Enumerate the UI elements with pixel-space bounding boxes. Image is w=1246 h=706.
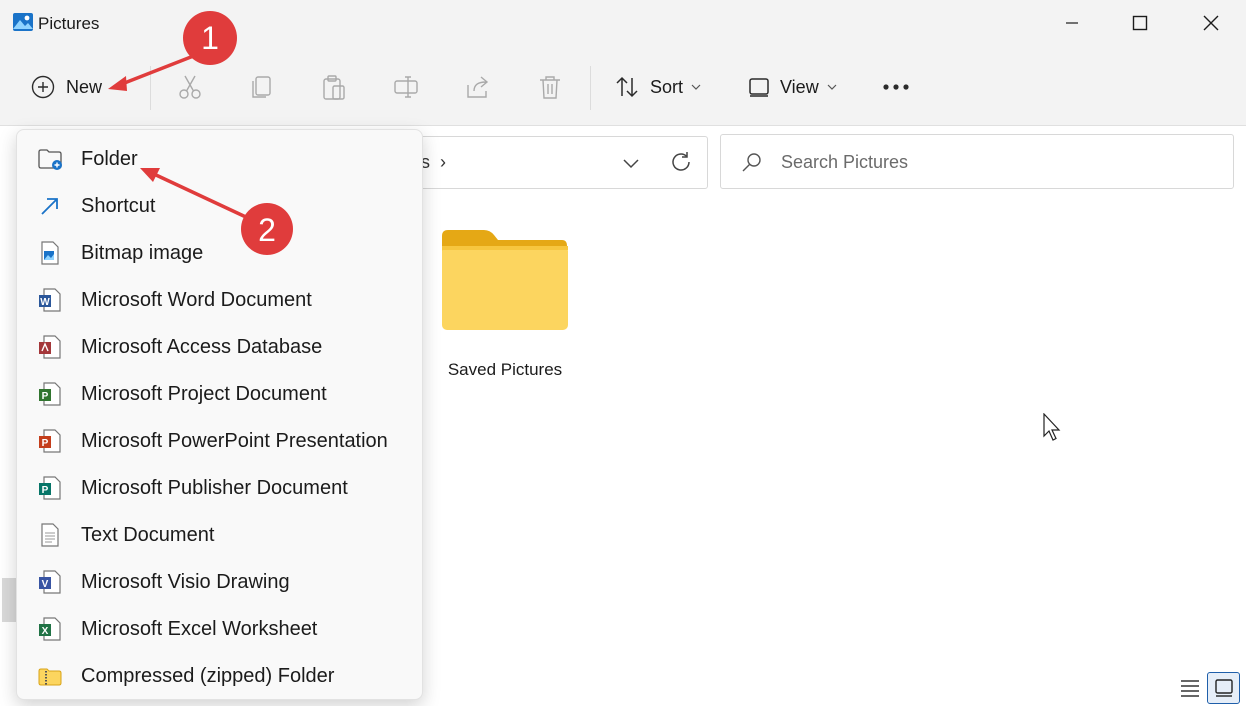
zip-folder-icon bbox=[38, 668, 62, 686]
menu-item-label: Microsoft Publisher Document bbox=[81, 477, 348, 499]
scrollbar-thumb[interactable] bbox=[2, 578, 16, 622]
cut-button[interactable] bbox=[176, 70, 204, 104]
address-history-chevron-icon[interactable] bbox=[621, 153, 641, 173]
folder-saved-pictures[interactable]: Saved Pictures bbox=[432, 220, 578, 390]
publisher-icon: P bbox=[39, 476, 61, 500]
excel-icon: X bbox=[39, 617, 61, 641]
svg-text:V: V bbox=[42, 579, 49, 590]
menu-item-word[interactable]: W Microsoft Word Document bbox=[17, 276, 422, 323]
maximize-icon bbox=[1132, 15, 1148, 31]
powerpoint-icon: P bbox=[39, 429, 61, 453]
menu-item-label: Microsoft Visio Drawing bbox=[81, 571, 290, 593]
search-input[interactable]: Search Pictures bbox=[720, 134, 1234, 189]
search-icon bbox=[742, 153, 761, 172]
shortcut-icon bbox=[41, 198, 58, 215]
sort-button-label: Sort bbox=[650, 76, 684, 97]
text-document-icon bbox=[41, 523, 59, 547]
menu-item-access[interactable]: Microsoft Access Database bbox=[17, 323, 422, 370]
menu-item-shortcut[interactable]: Shortcut bbox=[17, 182, 422, 229]
copy-button[interactable] bbox=[248, 70, 276, 104]
address-bar[interactable]: s › bbox=[396, 136, 708, 189]
menu-item-label: Microsoft Project Document bbox=[81, 383, 327, 405]
menu-item-label: Folder bbox=[81, 148, 138, 170]
details-view-icon[interactable] bbox=[1178, 676, 1202, 700]
menu-item-label: Microsoft Excel Worksheet bbox=[81, 618, 318, 640]
folder-icon bbox=[442, 230, 568, 330]
menu-item-label: Microsoft Access Database bbox=[81, 336, 323, 358]
menu-item-label: Bitmap image bbox=[81, 242, 204, 264]
large-icons-view-button[interactable] bbox=[1207, 672, 1240, 704]
toolbar-divider bbox=[590, 66, 591, 110]
delete-icon bbox=[540, 76, 560, 99]
rename-icon bbox=[394, 76, 418, 98]
view-icon bbox=[749, 78, 769, 97]
menu-item-publisher[interactable]: P Microsoft Publisher Document bbox=[17, 464, 422, 511]
menu-item-bitmap[interactable]: Bitmap image bbox=[17, 229, 422, 276]
svg-text:X: X bbox=[42, 626, 49, 637]
menu-item-label: Text Document bbox=[81, 524, 215, 546]
menu-item-label: Compressed (zipped) Folder bbox=[81, 665, 335, 687]
chevron-down-icon bbox=[691, 84, 701, 90]
sort-button[interactable]: Sort bbox=[614, 70, 701, 104]
new-folder-icon bbox=[38, 149, 62, 170]
search-placeholder: Search Pictures bbox=[781, 152, 909, 172]
pictures-app-icon bbox=[13, 13, 33, 31]
bitmap-icon bbox=[41, 241, 59, 265]
menu-item-label: Microsoft PowerPoint Presentation bbox=[81, 430, 388, 452]
sort-icon bbox=[616, 76, 638, 98]
menu-item-label: Shortcut bbox=[81, 195, 156, 217]
toolbar-divider bbox=[150, 66, 151, 110]
menu-item-folder[interactable]: Folder bbox=[17, 135, 422, 182]
close-button[interactable] bbox=[1176, 0, 1246, 46]
minimize-icon bbox=[1066, 22, 1078, 24]
more-icon bbox=[883, 84, 909, 90]
menu-item-label: Microsoft Word Document bbox=[81, 289, 312, 311]
copy-icon bbox=[252, 76, 271, 98]
cut-icon bbox=[179, 75, 201, 99]
folder-label: Saved Pictures bbox=[447, 360, 563, 379]
view-button-label: View bbox=[780, 76, 819, 97]
svg-text:P: P bbox=[42, 438, 49, 449]
maximize-button[interactable] bbox=[1105, 0, 1175, 46]
tiles-view-icon bbox=[1214, 679, 1233, 697]
access-icon bbox=[39, 335, 61, 359]
mouse-cursor-icon bbox=[1043, 413, 1061, 441]
menu-item-powerpoint[interactable]: P Microsoft PowerPoint Presentation bbox=[17, 417, 422, 464]
minimize-button[interactable] bbox=[1037, 0, 1107, 46]
close-icon bbox=[1203, 15, 1219, 31]
chevron-down-icon bbox=[827, 84, 837, 90]
more-options-button[interactable] bbox=[882, 70, 910, 104]
paste-icon bbox=[323, 75, 345, 100]
menu-item-zip[interactable]: Compressed (zipped) Folder bbox=[17, 652, 422, 699]
paste-button[interactable] bbox=[320, 70, 348, 104]
menu-item-visio[interactable]: V Microsoft Visio Drawing bbox=[17, 558, 422, 605]
svg-text:P: P bbox=[42, 391, 49, 402]
delete-button[interactable] bbox=[536, 70, 564, 104]
refresh-icon[interactable] bbox=[669, 150, 693, 174]
window-title: Pictures bbox=[38, 14, 100, 33]
menu-item-excel[interactable]: X Microsoft Excel Worksheet bbox=[17, 605, 422, 652]
title-bar: Pictures bbox=[0, 0, 1246, 48]
new-button-label: New bbox=[66, 76, 103, 97]
svg-text:P: P bbox=[42, 485, 49, 496]
project-icon: P bbox=[39, 382, 61, 406]
new-item-menu: Folder Shortcut Bitmap image W Microsoft… bbox=[16, 129, 423, 700]
plus-circle-icon bbox=[31, 75, 55, 99]
new-button[interactable]: New bbox=[30, 70, 102, 104]
menu-item-project[interactable]: P Microsoft Project Document bbox=[17, 370, 422, 417]
command-bar: New Sort View bbox=[0, 48, 1246, 126]
share-button[interactable] bbox=[464, 70, 492, 104]
menu-item-text-document[interactable]: Text Document bbox=[17, 511, 422, 558]
share-icon bbox=[467, 76, 489, 98]
breadcrumb: s › bbox=[421, 152, 447, 172]
word-icon: W bbox=[39, 288, 61, 312]
visio-icon: V bbox=[39, 570, 61, 594]
view-button[interactable]: View bbox=[748, 70, 837, 104]
rename-button[interactable] bbox=[392, 70, 420, 104]
svg-text:W: W bbox=[40, 297, 50, 308]
